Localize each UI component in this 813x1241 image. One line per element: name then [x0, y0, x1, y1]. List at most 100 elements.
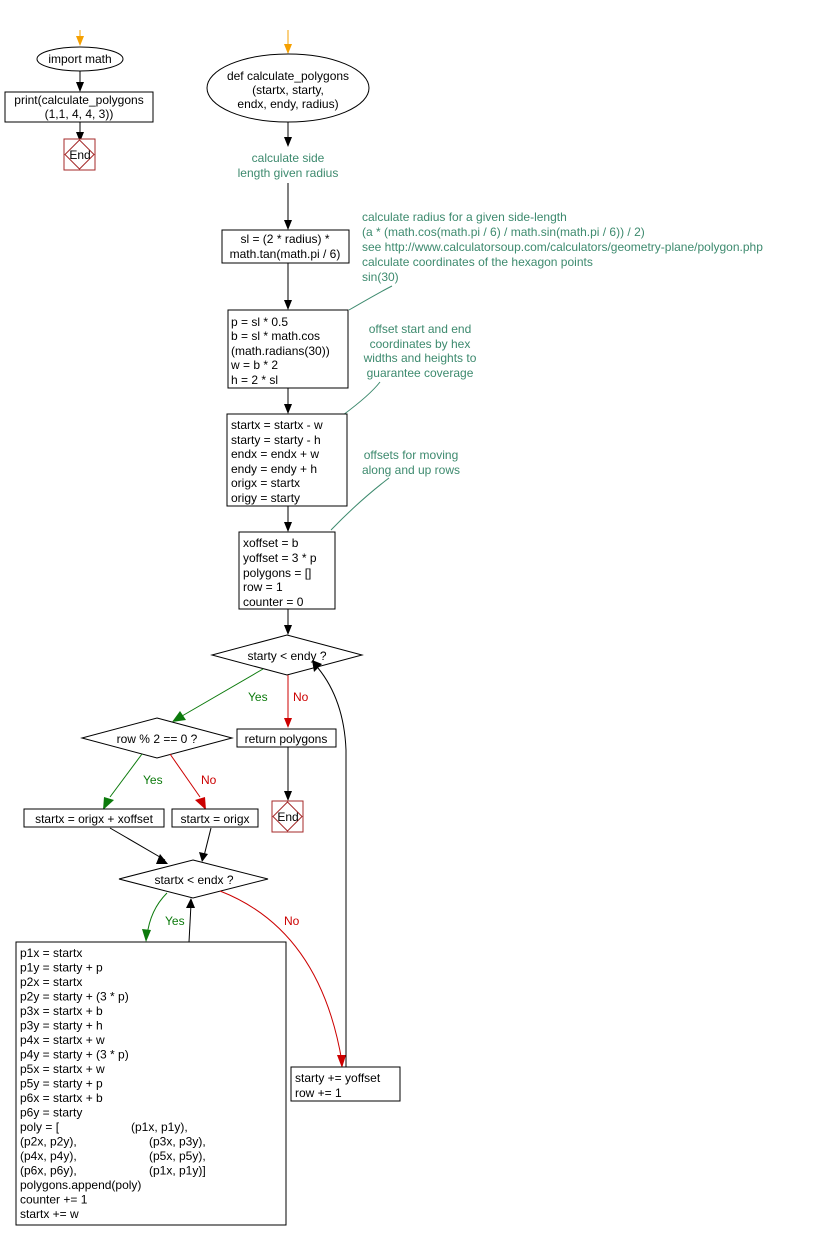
loop-body-line: startx += w [20, 1207, 79, 1221]
svg-text:yoffset = 3 * p: yoffset = 3 * p [243, 551, 317, 565]
svg-text:counter = 0: counter = 0 [243, 595, 304, 609]
arrow-def-to-comment [284, 122, 292, 147]
loop-body-line: (p6x, p6y), [20, 1164, 77, 1178]
loop-body-line: p1y = starty + p [20, 961, 103, 975]
svg-text:row += 1: row += 1 [295, 1086, 342, 1100]
loop-body-line: p2y = starty + (3 * p) [20, 990, 129, 1004]
decision-row-even[interactable]: row % 2 == 0 ? [80, 717, 234, 759]
svg-text:origy = starty: origy = starty [231, 491, 300, 505]
arrow-offset-to-startx-decision [109, 827, 168, 864]
loop-body-line: p3y = starty + h [20, 1019, 103, 1033]
svg-text:origx = startx: origx = startx [231, 476, 300, 490]
main-end-node[interactable]: End [63, 138, 96, 171]
svg-text:b = sl * math.cos: b = sl * math.cos [231, 329, 320, 343]
svg-text:End: End [69, 148, 90, 162]
svg-text:def calculate_polygons: def calculate_polygons [227, 69, 349, 83]
loop-body-line: p4x = startx + w [20, 1033, 105, 1047]
decision-startx-lt-endx[interactable]: startx < endx ? [118, 859, 269, 899]
edge-increment-back-to-starty [312, 660, 347, 1067]
arrow-return-to-end [284, 747, 292, 801]
svg-text:endy = endy + h: endy = endy + h [231, 462, 317, 476]
comment-side-length: calculate side length given radius [238, 151, 339, 180]
loop-body-line-cont: (p5x, p5y), [149, 1149, 206, 1163]
loop-body-line: p6y = starty [20, 1106, 82, 1120]
svg-text:sin(30): sin(30) [362, 270, 399, 284]
sl-node[interactable]: sl = (2 * radius) * math.tan(math.pi / 6… [221, 229, 350, 264]
svg-text:(math.radians(30)): (math.radians(30)) [231, 344, 330, 358]
svg-text:w = b * 2: w = b * 2 [230, 358, 278, 372]
svg-text:offsets for moving: offsets for moving [364, 448, 459, 462]
loop-body-line: p1x = startx [20, 946, 82, 960]
loop-body-line: (p4x, p4y), [20, 1149, 77, 1163]
return-polygons-node[interactable]: return polygons [236, 728, 337, 748]
main-start-arrow [76, 30, 84, 46]
svg-text:(a * (math.cos(math.pi / 6) /: (a * (math.cos(math.pi / 6) / math.sin(m… [362, 225, 645, 239]
edge-row-no: No [169, 753, 217, 810]
svg-text:print(calculate_polygons: print(calculate_polygons [14, 93, 143, 107]
svg-text:endx = endx + w: endx = endx + w [231, 447, 319, 461]
import-math-label: import math [48, 52, 111, 66]
startx-orig-node[interactable]: startx = origx [171, 808, 259, 828]
arrow-start-to-init [284, 506, 292, 532]
svg-text:(startx, starty,: (startx, starty, [252, 83, 324, 97]
init-node[interactable]: xoffset = b yoffset = 3 * p polygons = [… [238, 531, 336, 610]
svg-text:polygons = []: polygons = [] [243, 566, 311, 580]
arrow-sl-to-pb [284, 263, 292, 310]
loop-body-line: counter += 1 [20, 1193, 88, 1207]
svg-text:p = sl * 0.5: p = sl * 0.5 [231, 315, 288, 329]
svg-text:starty += yoffset: starty += yoffset [295, 1071, 381, 1085]
pb-node[interactable]: p = sl * 0.5 b = sl * math.cos (math.rad… [227, 309, 349, 389]
svg-text:row % 2 == 0 ?: row % 2 == 0 ? [117, 732, 198, 746]
svg-text:xoffset = b: xoffset = b [243, 536, 299, 550]
svg-text:endx, endy, radius): endx, endy, radius) [237, 97, 338, 111]
loop-body-line: p6x = startx + b [20, 1091, 103, 1105]
svg-text:startx = origx + xoffset: startx = origx + xoffset [35, 812, 153, 826]
arrow-pb-to-start [284, 388, 292, 414]
svg-text:along and up rows: along and up rows [362, 463, 460, 477]
yes-label: Yes [248, 690, 268, 704]
flowchart: import math print(calculate_polygons (1,… [4, 30, 763, 1226]
loop-body-node[interactable]: p1x = startxp1y = starty + pp2x = startx… [15, 941, 287, 1226]
decision-starty-lt-endy[interactable]: starty < endy ? [210, 634, 364, 676]
edge-loop-back-to-startx [186, 898, 195, 943]
offset-start-node[interactable]: startx = startx - w starty = starty - h … [226, 413, 348, 507]
svg-text:starty < endy ?: starty < endy ? [247, 649, 326, 663]
comment-moving: offsets for moving along and up rows [330, 448, 460, 531]
svg-text:length given radius: length given radius [238, 166, 339, 180]
svg-text:widths and heights to: widths and heights to [363, 351, 477, 365]
svg-text:calculate radius for a given s: calculate radius for a given side-length [362, 210, 567, 224]
no-label: No [201, 773, 217, 787]
loop-body-line: poly = [ [20, 1120, 60, 1134]
svg-text:coordinates by hex: coordinates by hex [370, 337, 471, 351]
svg-text:h = 2 * sl: h = 2 * sl [231, 373, 278, 387]
arrow-init-to-decision [284, 609, 292, 635]
print-node[interactable]: print(calculate_polygons (1,1, 4, 4, 3)) [4, 91, 154, 123]
svg-text:math.tan(math.pi / 6): math.tan(math.pi / 6) [230, 247, 341, 261]
startx-offset-node[interactable]: startx = origx + xoffset [23, 808, 165, 828]
svg-text:guarantee coverage: guarantee coverage [367, 366, 474, 380]
no-label: No [293, 690, 309, 704]
svg-text:startx = startx - w: startx = startx - w [231, 418, 323, 432]
svg-text:row = 1: row = 1 [243, 580, 283, 594]
svg-text:see http://www.calculatorsoup.: see http://www.calculatorsoup.com/calcul… [362, 240, 763, 254]
loop-body-line: p5x = startx + w [20, 1062, 105, 1076]
import-math-node[interactable]: import math [36, 46, 124, 72]
arrow-comment-to-sl [284, 183, 292, 230]
edge-starty-no: No [284, 675, 309, 728]
svg-text:(1,1, 4, 4, 3)): (1,1, 4, 4, 3)) [45, 107, 114, 121]
svg-text:calculate coordinates of the h: calculate coordinates of the hexagon poi… [362, 255, 593, 269]
loop-body-line: polygons.append(poly) [20, 1178, 141, 1192]
comment-offset: offset start and end coordinates by hex … [342, 322, 477, 416]
loop-body-line: p5y = starty + p [20, 1077, 103, 1091]
arrow-import-to-print [76, 71, 84, 92]
function-end-node[interactable]: End [271, 800, 304, 833]
yes-label: Yes [143, 773, 163, 787]
svg-text:startx = origx: startx = origx [180, 812, 249, 826]
increment-node[interactable]: starty += yoffset row += 1 [290, 1066, 401, 1102]
svg-text:return polygons: return polygons [245, 732, 328, 746]
svg-text:starty = starty - h: starty = starty - h [231, 433, 321, 447]
def-node[interactable]: def calculate_polygons (startx, starty, … [206, 53, 370, 123]
loop-body-line-cont: (p1x, p1y), [131, 1120, 188, 1134]
svg-text:sl = (2 * radius) *: sl = (2 * radius) * [240, 232, 329, 246]
svg-text:End: End [277, 810, 298, 824]
